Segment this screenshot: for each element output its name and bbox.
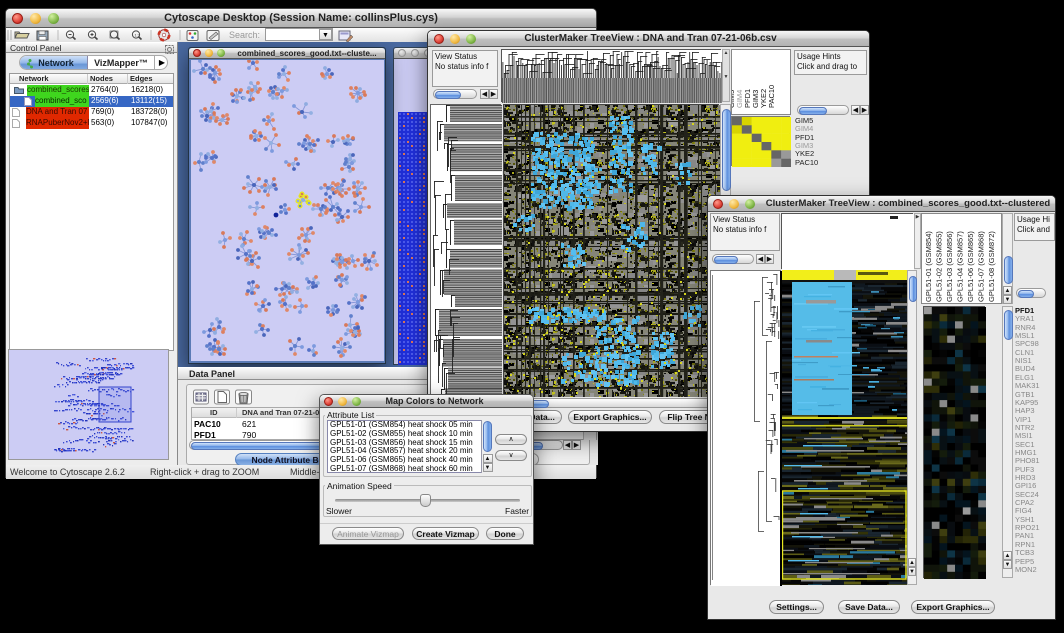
svg-text:GPL51-02 (GSM855): GPL51-02 (GSM855) [935,231,944,302]
svg-text:GPL51-04 (GSM857): GPL51-04 (GSM857) [956,231,965,302]
svg-text:GPL51-03 (GSM856): GPL51-03 (GSM856) [945,231,954,302]
svg-text:1:1: 1:1 [135,33,141,38]
svg-text:GPL51-01 (GSM854): GPL51-01 (GSM854) [924,231,933,302]
svg-text:GPL51-06 (GSM865): GPL51-06 (GSM865) [966,231,975,302]
svg-text:GPL51-07 (GSM868): GPL51-07 (GSM868) [977,231,986,302]
svg-text:PAC10: PAC10 [767,85,776,108]
svg-text:GPL51-08 (GSM872): GPL51-08 (GSM872) [987,231,996,302]
